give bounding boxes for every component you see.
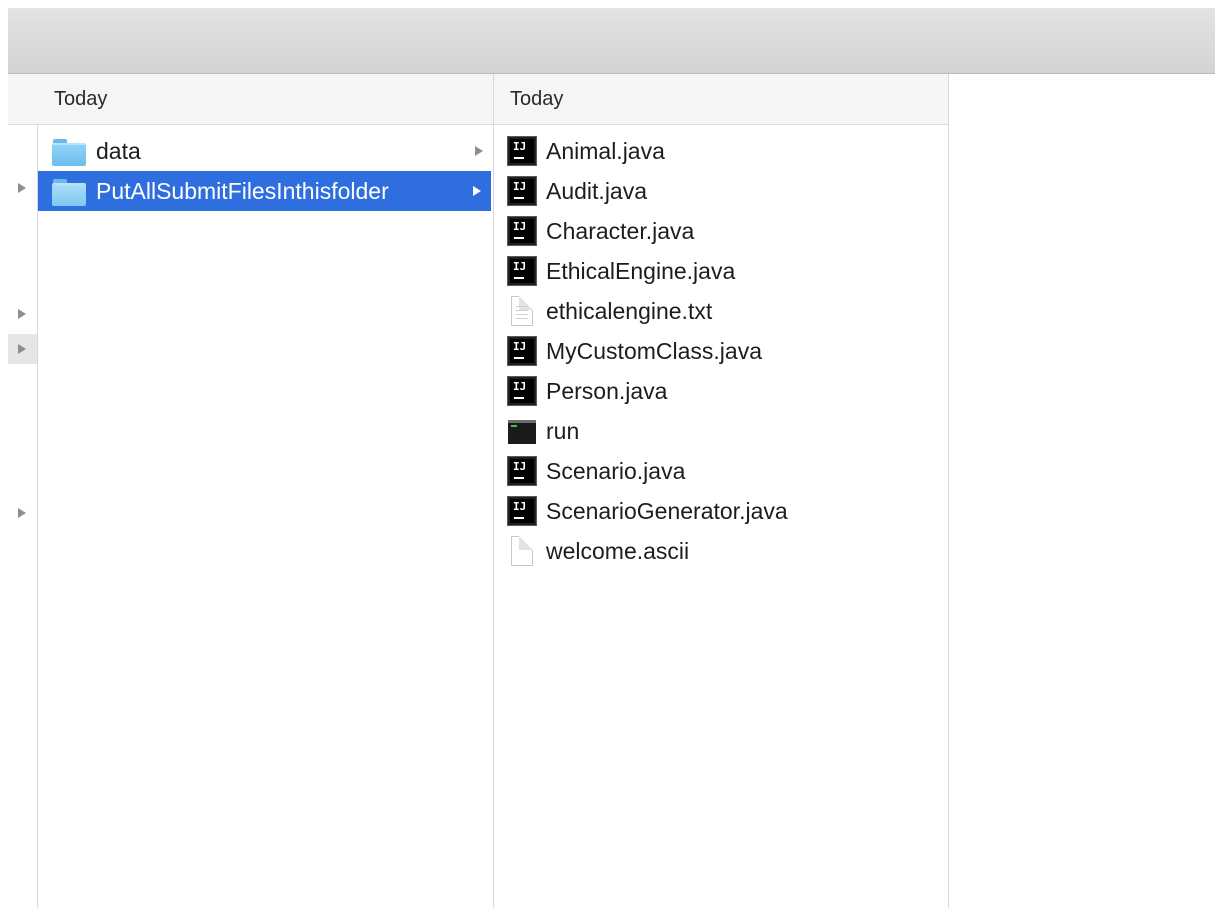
list-item-file[interactable]: IJ Audit.java [494,171,948,211]
item-label: ethicalengine.txt [546,297,713,324]
intellij-java-icon: IJ [508,137,536,165]
item-label: Person.java [546,377,668,404]
parent-column-edge[interactable] [8,74,38,908]
terminal-exec-icon [508,420,536,444]
window-toolbar[interactable] [8,8,1215,74]
intellij-java-icon: IJ [508,377,536,405]
intellij-java-icon: IJ [508,497,536,525]
list-item-file[interactable]: run [494,411,948,451]
column-header[interactable]: Today [494,74,948,125]
blank-file-icon [511,536,533,566]
disclosure-arrow-icon[interactable] [18,344,26,354]
chevron-right-icon [475,146,483,156]
list-item-file[interactable]: IJ Scenario.java [494,451,948,491]
column-1-list: data PutAllSubmitFilesInthisfolder [38,125,493,211]
folder-icon [52,178,86,206]
intellij-java-icon: IJ [508,217,536,245]
item-label: MyCustomClass.java [546,337,762,364]
item-label: Audit.java [546,177,648,204]
list-item-file[interactable]: IJ MyCustomClass.java [494,331,948,371]
item-label: ScenarioGenerator.java [546,497,788,524]
intellij-java-icon: IJ [508,177,536,205]
list-item-submit-folder[interactable]: PutAllSubmitFilesInthisfolder [38,171,491,211]
list-item-file[interactable]: IJ ScenarioGenerator.java [494,491,948,531]
folder-icon [52,138,86,166]
finder-column-1[interactable]: Today data PutAllSubmitFilesInthisfolder [38,74,494,908]
disclosure-arrow-icon[interactable] [18,309,26,319]
item-label: EthicalEngine.java [546,257,736,284]
list-item-file[interactable]: welcome.ascii [494,531,948,571]
list-item-file[interactable]: IJ EthicalEngine.java [494,251,948,291]
item-label: data [96,137,141,164]
text-file-icon [511,296,533,326]
list-item-data-folder[interactable]: data [38,131,493,171]
finder-column-2[interactable]: Today IJ Animal.java IJ Audit.java IJ Ch… [494,74,949,908]
disclosure-arrow-icon[interactable] [18,183,26,193]
column-header[interactable]: Today [38,74,493,125]
intellij-java-icon: IJ [508,337,536,365]
list-item-file[interactable]: IJ Animal.java [494,131,948,171]
intellij-java-icon: IJ [508,457,536,485]
parent-column-header [8,74,38,125]
item-label: Character.java [546,217,695,244]
item-label: Animal.java [546,137,665,164]
item-label: Scenario.java [546,457,686,484]
disclosure-arrow-icon[interactable] [18,508,26,518]
list-item-file[interactable]: ethicalengine.txt [494,291,948,331]
item-label: run [546,417,580,444]
empty-column-area[interactable] [949,74,1215,908]
chevron-right-icon [473,186,481,196]
list-item-file[interactable]: IJ Character.java [494,211,948,251]
intellij-java-icon: IJ [508,257,536,285]
item-label: welcome.ascii [546,537,690,564]
finder-window: Today data PutAllSubmitFilesInthisfolder… [8,8,1215,908]
list-item-file[interactable]: IJ Person.java [494,371,948,411]
column-2-list: IJ Animal.java IJ Audit.java IJ Characte… [494,125,948,571]
item-label: PutAllSubmitFilesInthisfolder [96,177,389,204]
